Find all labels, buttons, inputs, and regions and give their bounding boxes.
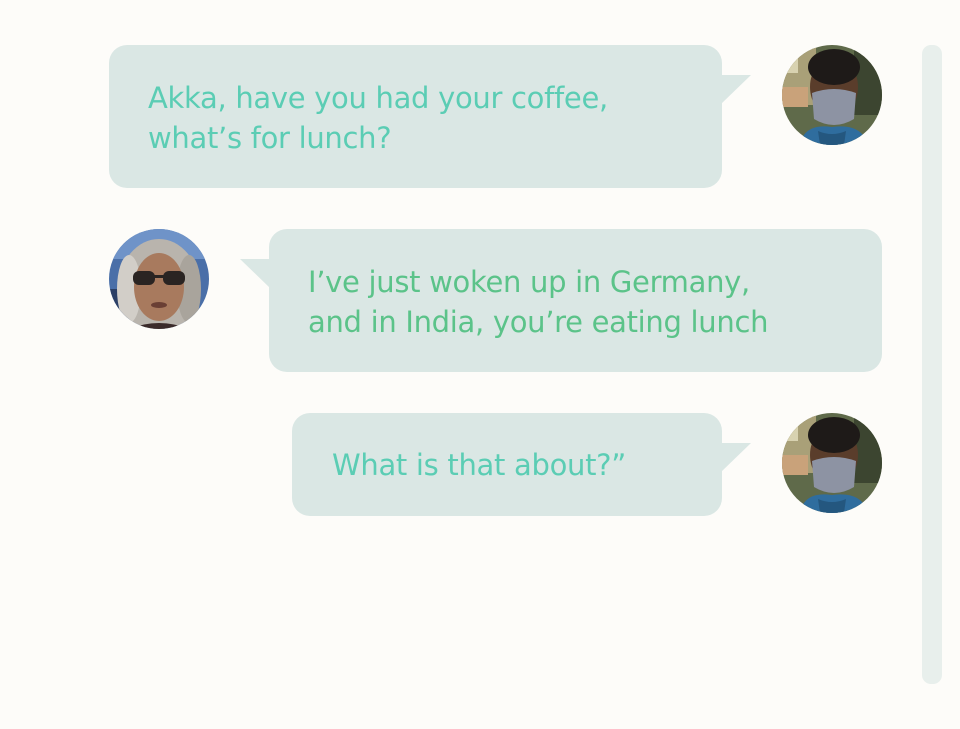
- message-bubble-outgoing: Akka, have you had your coffee, what’s f…: [109, 45, 722, 188]
- chat-thread: Akka, have you had your coffee, what’s f…: [0, 0, 960, 729]
- message-bubble-outgoing: What is that about?”: [292, 413, 722, 516]
- message-text: What is that about?”: [332, 448, 626, 482]
- message-text: Akka, have you had your coffee, what’s f…: [148, 81, 608, 155]
- message-bubble-incoming: I’ve just woken up in Germany, and in In…: [269, 229, 882, 372]
- masked-person-avatar: [782, 45, 882, 145]
- message-text: I’ve just woken up in Germany, and in In…: [308, 265, 769, 339]
- masked-person-avatar: [782, 413, 882, 513]
- avatar[interactable]: [109, 229, 209, 329]
- avatar[interactable]: [782, 413, 882, 513]
- scrollbar[interactable]: [922, 45, 942, 684]
- avatar[interactable]: [782, 45, 882, 145]
- bubble-tail: [721, 443, 751, 472]
- bubble-tail: [240, 259, 270, 288]
- bubble-tail: [721, 75, 751, 104]
- sunglasses-person-avatar: [109, 229, 209, 329]
